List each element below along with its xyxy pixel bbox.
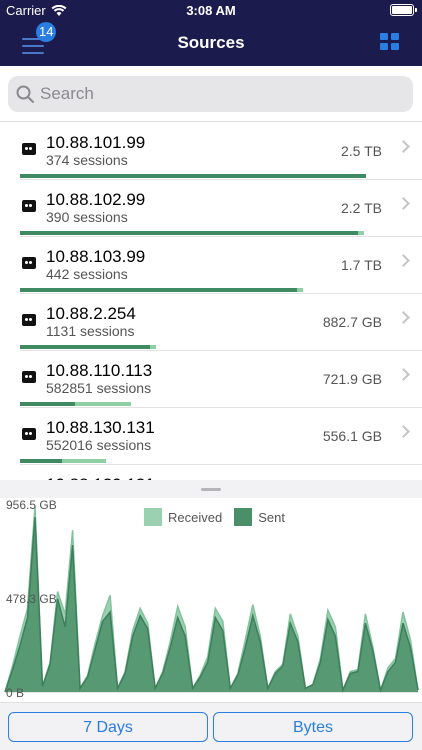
search-input[interactable]: Search — [8, 76, 413, 112]
chevron-right-icon — [397, 254, 410, 267]
sent-bar — [20, 402, 75, 406]
source-row[interactable]: 10.88.110.113 582851 sessions 721.9 GB — [20, 351, 422, 408]
source-row[interactable]: 10.88.2.254 1131 sessions 882.7 GB — [20, 294, 422, 351]
source-ip: 10.88.110.113 — [46, 361, 153, 380]
source-size: 2.2 TB — [341, 200, 382, 216]
source-ip: 10.88.101.99 — [46, 133, 146, 152]
chart-legend: Received Sent — [144, 508, 297, 526]
sent-bar — [20, 288, 297, 292]
source-sessions: 442 sessions — [46, 266, 128, 282]
chevron-right-icon — [397, 311, 410, 324]
search-placeholder: Search — [40, 84, 94, 103]
source-sessions: 582851 sessions — [46, 380, 152, 396]
source-size: 882.7 GB — [322, 314, 382, 330]
source-row[interactable]: 10.88.120.121 — [20, 465, 422, 480]
grid-icon-cell — [391, 43, 399, 50]
traffic-chart: 956.5 GB 478.3 GB 0 B Received Sent — [0, 498, 422, 702]
device-icon — [22, 371, 36, 383]
unit-button[interactable]: Bytes — [213, 712, 413, 742]
time-range-button[interactable]: 7 Days — [8, 712, 208, 742]
source-row[interactable]: 10.88.102.99 390 sessions 2.2 TB — [20, 180, 422, 237]
chevron-right-icon — [397, 197, 410, 210]
source-ip: 10.88.103.99 — [46, 247, 146, 266]
y-tick-label: 0 B — [6, 686, 25, 700]
nav-bar: 14 Sources — [0, 20, 422, 66]
grid-icon-cell — [391, 33, 399, 40]
source-row[interactable]: 10.88.130.131 552016 sessions 556.1 GB — [20, 408, 422, 465]
source-sessions: 1131 sessions — [46, 323, 135, 339]
grid-icon — [380, 33, 388, 40]
legend-item-sent: Sent — [234, 508, 285, 526]
device-icon — [22, 257, 36, 269]
clock: 3:08 AM — [186, 3, 236, 18]
sent-bar — [20, 174, 366, 178]
source-size: 1.7 TB — [341, 257, 382, 273]
grid-icon-cell — [380, 43, 388, 50]
source-size: 556.1 GB — [322, 428, 382, 444]
legend-swatch-received — [144, 508, 162, 526]
chart-canvas — [4, 505, 419, 693]
legend-label-received: Received — [168, 509, 223, 525]
y-tick-label: 478.3 GB — [6, 592, 57, 606]
chevron-right-icon — [397, 425, 410, 438]
grid-view-button[interactable] — [380, 33, 400, 51]
chevron-right-icon — [397, 140, 410, 153]
source-row[interactable]: 10.88.103.99 442 sessions 1.7 TB — [20, 237, 422, 294]
source-size: 721.9 GB — [322, 371, 382, 387]
legend-label-sent: Sent — [258, 509, 285, 525]
page-title: Sources — [177, 33, 245, 52]
source-size: 2.5 TB — [341, 143, 382, 159]
source-ip: 10.88.102.99 — [46, 190, 146, 209]
source-list[interactable]: 10.88.101.99 374 sessions 2.5 TB 10.88.102.… — [0, 123, 422, 480]
source-row[interactable]: 10.88.101.99 374 sessions 2.5 TB — [20, 123, 422, 180]
y-tick-label: 956.5 GB — [6, 498, 57, 512]
battery-icon — [390, 4, 417, 16]
search-container: Search — [0, 66, 422, 122]
source-ip: 10.88.2.254 — [46, 304, 136, 323]
legend-swatch-sent — [234, 508, 253, 526]
device-icon — [22, 428, 36, 440]
source-sessions: 390 sessions — [46, 209, 128, 225]
status-bar: Carrier 3:08 AM — [0, 0, 422, 20]
device-icon — [22, 143, 36, 155]
device-icon — [22, 314, 36, 326]
search-icon — [16, 85, 34, 103]
grip-icon — [201, 488, 221, 491]
footer-toolbar: 7 Days Bytes — [0, 702, 422, 750]
source-sessions: 552016 sessions — [46, 437, 152, 453]
device-icon — [22, 200, 36, 212]
legend-item-received: Received — [144, 508, 222, 526]
sent-bar — [20, 345, 150, 349]
sent-bar — [20, 231, 358, 235]
sent-bar — [20, 459, 62, 463]
source-ip: 10.88.130.131 — [46, 418, 155, 437]
chevron-right-icon — [397, 368, 410, 381]
source-sessions: 374 sessions — [46, 152, 128, 168]
panel-handle[interactable] — [0, 480, 422, 498]
